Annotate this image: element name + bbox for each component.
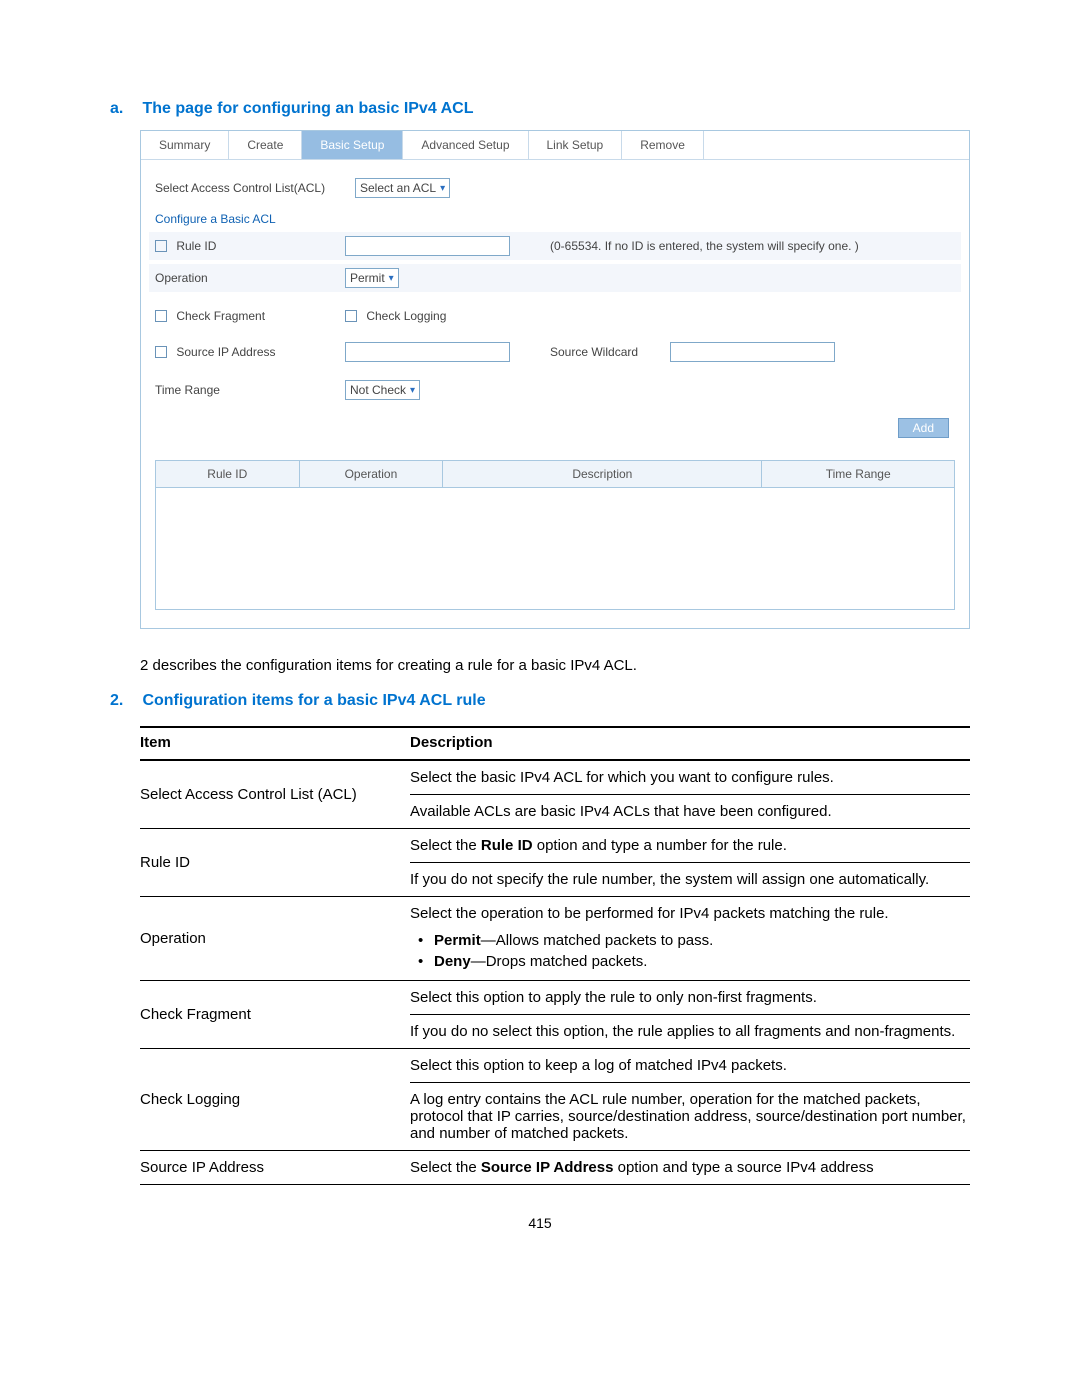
table-caption-2: 2. Configuration items for a basic IPv4 … (110, 692, 970, 710)
tab-spacer (704, 131, 969, 159)
acl-config-screenshot: Summary Create Basic Setup Advanced Setu… (140, 130, 970, 629)
table-row: Source IP Address Select the Source IP A… (140, 1151, 970, 1185)
item-operation: Operation (140, 897, 410, 981)
tab-create[interactable]: Create (229, 131, 302, 159)
table-row: Rule ID Select the Rule ID option and ty… (140, 829, 970, 897)
rule-id-checkbox[interactable] (155, 240, 167, 252)
check-fragment-checkbox[interactable] (155, 310, 167, 322)
check-logging-label: Check Logging (366, 309, 446, 323)
item-select-acl: Select Access Control List (ACL) (140, 760, 410, 829)
time-range-dropdown[interactable]: Not Check ▾ (345, 380, 420, 400)
time-range-value: Not Check (350, 383, 406, 397)
operation-bullets: Permit—Allows matched packets to pass. D… (410, 930, 970, 980)
tab-remove[interactable]: Remove (622, 131, 704, 159)
desc-rule-id: Select the Rule ID option and type a num… (410, 829, 970, 897)
desc-operation: Select the operation to be performed for… (410, 897, 970, 981)
add-button[interactable]: Add (898, 418, 949, 438)
check-logging-option[interactable]: Check Logging (345, 309, 446, 323)
caption-2-num: 2. (110, 692, 138, 710)
caption-a-num: a. (110, 100, 138, 118)
operation-label: Operation (155, 271, 345, 285)
table-row: Select Access Control List (ACL) Select … (140, 760, 970, 829)
check-logging-checkbox[interactable] (345, 310, 357, 322)
desc-source-ip: Select the Source IP Address option and … (410, 1151, 970, 1185)
operation-value: Permit (350, 271, 385, 285)
source-ip-label: Source IP Address (176, 345, 275, 359)
list-item: Permit—Allows matched packets to pass. (434, 930, 970, 951)
tab-summary[interactable]: Summary (141, 131, 229, 159)
table-row: Check Logging Select this option to keep… (140, 1049, 970, 1151)
desc-check-logging: Select this option to keep a log of matc… (410, 1049, 970, 1151)
operation-dropdown[interactable]: Permit ▾ (345, 268, 399, 288)
item-source-ip: Source IP Address (140, 1151, 410, 1185)
chevron-down-icon: ▾ (410, 385, 415, 396)
form-area: Select Access Control List(ACL) Select a… (141, 160, 969, 454)
select-acl-label: Select Access Control List(ACL) (155, 181, 355, 195)
page-number: 415 (110, 1215, 970, 1231)
th-description: Description (410, 727, 970, 760)
source-wildcard-label: Source Wildcard (550, 345, 670, 359)
caption-2-text: Configuration items for a basic IPv4 ACL… (142, 692, 485, 709)
intro-paragraph: 2 describes the configuration items for … (140, 657, 970, 674)
check-fragment-option[interactable]: Check Fragment (155, 309, 345, 323)
col-description: Description (443, 461, 762, 487)
chevron-down-icon: ▾ (389, 273, 394, 284)
select-acl-value: Select an ACL (360, 181, 436, 195)
source-ip-checkbox[interactable] (155, 346, 167, 358)
list-item: Deny—Drops matched packets. (434, 951, 970, 972)
source-wildcard-input[interactable] (670, 342, 835, 362)
col-operation: Operation (300, 461, 444, 487)
rule-id-label: Rule ID (176, 239, 216, 253)
rule-id-option[interactable]: Rule ID (155, 239, 345, 253)
th-item: Item (140, 727, 410, 760)
source-ip-input[interactable] (345, 342, 510, 362)
time-range-label: Time Range (155, 383, 345, 397)
desc-select-acl: Select the basic IPv4 ACL for which you … (410, 760, 970, 829)
rule-id-input[interactable] (345, 236, 510, 256)
caption-a-text: The page for configuring an basic IPv4 A… (142, 100, 473, 117)
item-check-logging: Check Logging (140, 1049, 410, 1151)
table-row: Check Fragment Select this option to app… (140, 981, 970, 1049)
item-check-fragment: Check Fragment (140, 981, 410, 1049)
select-acl-dropdown[interactable]: Select an ACL ▾ (355, 178, 450, 198)
col-rule-id: Rule ID (156, 461, 300, 487)
desc-check-fragment: Select this option to apply the rule to … (410, 981, 970, 1049)
col-time-range: Time Range (762, 461, 954, 487)
chevron-down-icon: ▾ (440, 183, 445, 194)
check-fragment-label: Check Fragment (176, 309, 265, 323)
config-items-table: Item Description Select Access Control L… (140, 726, 970, 1185)
configure-basic-acl-title: Configure a Basic ACL (155, 212, 955, 226)
table-row: Operation Select the operation to be per… (140, 897, 970, 981)
tab-advanced-setup[interactable]: Advanced Setup (403, 131, 528, 159)
tab-link-setup[interactable]: Link Setup (529, 131, 623, 159)
rules-table: Rule ID Operation Description Time Range (155, 460, 955, 610)
figure-caption-a: a. The page for configuring an basic IPv… (110, 100, 970, 118)
rules-table-header: Rule ID Operation Description Time Range (156, 461, 954, 488)
tab-basic-setup[interactable]: Basic Setup (302, 131, 403, 159)
source-ip-option[interactable]: Source IP Address (155, 345, 345, 359)
rule-id-hint: (0-65534. If no ID is entered, the syste… (550, 239, 859, 253)
tab-bar: Summary Create Basic Setup Advanced Setu… (141, 131, 969, 160)
item-rule-id: Rule ID (140, 829, 410, 897)
